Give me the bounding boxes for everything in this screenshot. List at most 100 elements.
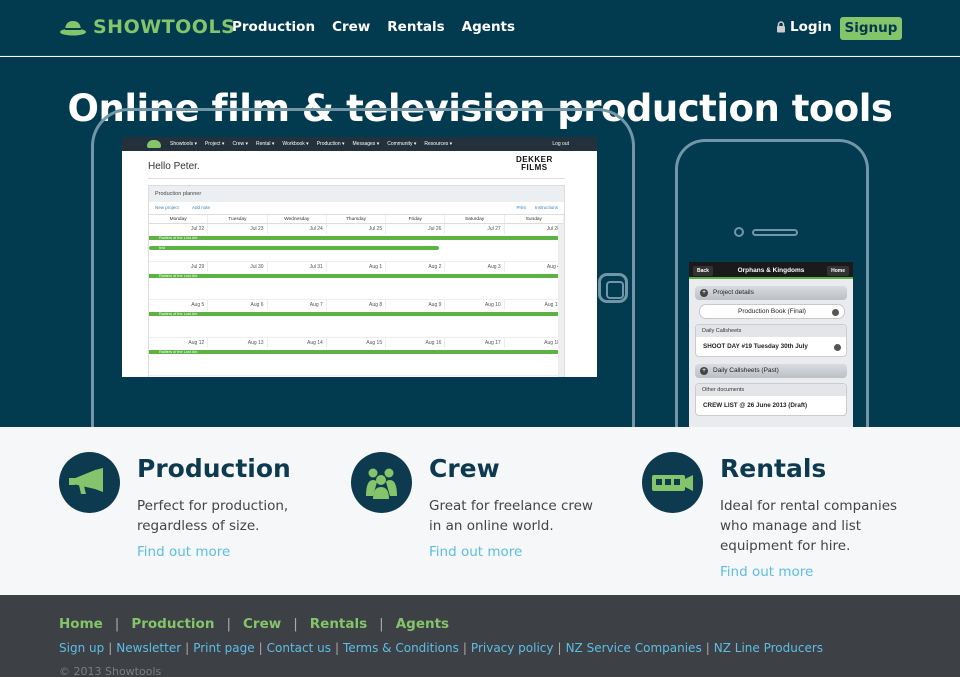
separator: | <box>379 616 384 632</box>
phone-header: Back Orphans & Kingdoms Home <box>689 262 853 279</box>
phone-screenshot: Back Orphans & Kingdoms Home Project det… <box>689 262 853 432</box>
separator: | <box>108 641 113 655</box>
brand-line: FILMS <box>521 163 548 172</box>
planner-right-links: Print Instructions <box>516 205 558 210</box>
print-page-link[interactable]: Print page <box>193 641 254 655</box>
group-header: Other documents <box>696 384 846 396</box>
day-label: Monday <box>149 215 209 223</box>
separator: | <box>557 641 562 655</box>
date-cell: Aug 15 <box>327 338 387 348</box>
calendar-week: Jul 29 Jul 30 Jul 31 Aug 1 Aug 2 Aug 3 A… <box>149 262 564 300</box>
showtools-logo[interactable]: SHOWTOOLS <box>59 16 235 38</box>
nav-crew[interactable]: Crew <box>332 19 370 35</box>
screen-nav-item: Workbook ▾ <box>282 141 309 147</box>
planner-scrollbar <box>558 224 564 377</box>
terms-link[interactable]: Terms & Conditions <box>343 641 459 655</box>
date-cell: Aug 13 <box>208 338 268 348</box>
top-navbar: SHOWTOOLS Production Crew Rentals Agents… <box>0 0 960 56</box>
phone-camera <box>734 227 744 237</box>
planner-title: Production planner <box>149 186 564 202</box>
footer-nav-crew[interactable]: Crew <box>243 616 281 632</box>
find-out-more-link[interactable]: Find out more <box>720 564 813 580</box>
footer-nav-production[interactable]: Production <box>131 616 214 632</box>
screen-nav-item: Rental ▾ <box>256 141 275 147</box>
screen-logo-icon <box>147 140 161 148</box>
date-cell: Jul 25 <box>327 224 387 234</box>
contact-us-link[interactable]: Contact us <box>267 641 331 655</box>
screen-nav-item: Community ▾ <box>387 141 417 147</box>
video-camera-icon <box>642 452 703 513</box>
separator: | <box>185 641 190 655</box>
date-cell: Jul 29 <box>149 262 209 272</box>
separator: | <box>462 641 467 655</box>
date-cell: Aug 3 <box>445 262 505 272</box>
footer-nav: Home | Production | Crew | Rentals | Age… <box>59 616 449 632</box>
feature-description: Great for freelance crew in an online wo… <box>429 498 593 534</box>
newsletter-link[interactable]: Newsletter <box>116 641 181 655</box>
day-label: Wednesday <box>268 215 327 223</box>
lock-icon <box>777 21 785 33</box>
other-documents-group: Other documents CREW LIST @ 26 June 2013… <box>695 383 847 416</box>
footer-nav-rentals[interactable]: Rentals <box>310 616 367 632</box>
login-label: Login <box>790 19 832 35</box>
date-cell: Aug 8 <box>327 300 387 310</box>
chevron-right-icon <box>834 344 841 351</box>
day-label: Friday <box>386 215 446 223</box>
nz-service-companies-link[interactable]: NZ Service Companies <box>566 641 702 655</box>
find-out-more-link[interactable]: Find out more <box>137 544 230 560</box>
divider <box>148 178 565 179</box>
new-project-link: New project <box>155 205 179 210</box>
phone-home-button: Home <box>827 266 849 276</box>
find-out-more-link[interactable]: Find out more <box>429 544 522 560</box>
date-cell: Jul 30 <box>208 262 268 272</box>
feature-title: Rentals <box>720 454 827 483</box>
separator: | <box>226 616 231 632</box>
people-icon <box>351 452 412 513</box>
nz-line-producers-link[interactable]: NZ Line Producers <box>714 641 823 655</box>
feature-title: Production <box>137 454 291 483</box>
separator: | <box>293 616 298 632</box>
weekday-header: Monday Tuesday Wednesday Thursday Friday… <box>149 214 564 224</box>
screen-logout: Log out <box>552 141 569 147</box>
phone-title: Orphans & Kingdoms <box>737 267 805 274</box>
date-cell: Aug 12 <box>149 338 209 348</box>
date-cell: Jul 24 <box>268 224 327 234</box>
date-cell: Jul 23 <box>208 224 268 234</box>
date-cell: Jul 27 <box>445 224 505 234</box>
date-cell: Aug 4 <box>505 262 564 272</box>
planner-links: New project Add note Print Instructions <box>149 202 564 214</box>
schedule-bar: Raiders of the Lost Ark <box>149 274 559 278</box>
nav-agents[interactable]: Agents <box>462 19 515 35</box>
day-label: Tuesday <box>208 215 268 223</box>
date-cell: Jul 22 <box>149 224 209 234</box>
login-link[interactable]: Login <box>776 19 832 35</box>
nav-rentals[interactable]: Rentals <box>387 19 444 35</box>
date-cell: Aug 17 <box>445 338 505 348</box>
screen-nav-item: Showtools ▾ <box>170 141 197 147</box>
privacy-link[interactable]: Privacy policy <box>471 641 554 655</box>
date-cell: Aug 2 <box>386 262 446 272</box>
megaphone-icon <box>59 452 120 513</box>
screen-nav-item: Project ▾ <box>204 141 225 147</box>
screen-nav-item: Production ▾ <box>316 141 345 147</box>
footer-nav-home[interactable]: Home <box>59 616 103 632</box>
signup-button[interactable]: Signup <box>840 17 902 40</box>
daily-callsheets-group: Daily Callsheets SHOOT DAY #19 Tuesday 3… <box>695 324 847 357</box>
phone-speaker <box>752 229 798 236</box>
nav-production[interactable]: Production <box>232 19 315 35</box>
separator: | <box>705 641 710 655</box>
date-cell: Aug 1 <box>327 262 387 272</box>
signup-link[interactable]: Sign up <box>59 641 104 655</box>
shoot-day-item: SHOOT DAY #19 Tuesday 30th July <box>696 337 846 356</box>
screen-greeting: Hello Peter. <box>148 161 200 172</box>
date-cell: Aug 11 <box>505 300 564 310</box>
tablet-screenshot: Showtools ▾ Project ▾ Crew ▾ Rental ▾ Wo… <box>122 137 597 377</box>
dekker-films-logo: DEKKER FILMS <box>516 156 553 172</box>
date-cell: Aug 5 <box>149 300 209 310</box>
footer-nav-agents[interactable]: Agents <box>396 616 449 632</box>
add-note-link: Add note <box>192 205 211 210</box>
daily-callsheets-past-section: Daily Callsheets (Past) <box>695 364 847 378</box>
date-cell: Jul 31 <box>268 262 327 272</box>
schedule-bar: Raiders of the Lost Ark <box>149 312 559 316</box>
item-label: SHOOT DAY #19 Tuesday 30th July <box>703 343 808 350</box>
